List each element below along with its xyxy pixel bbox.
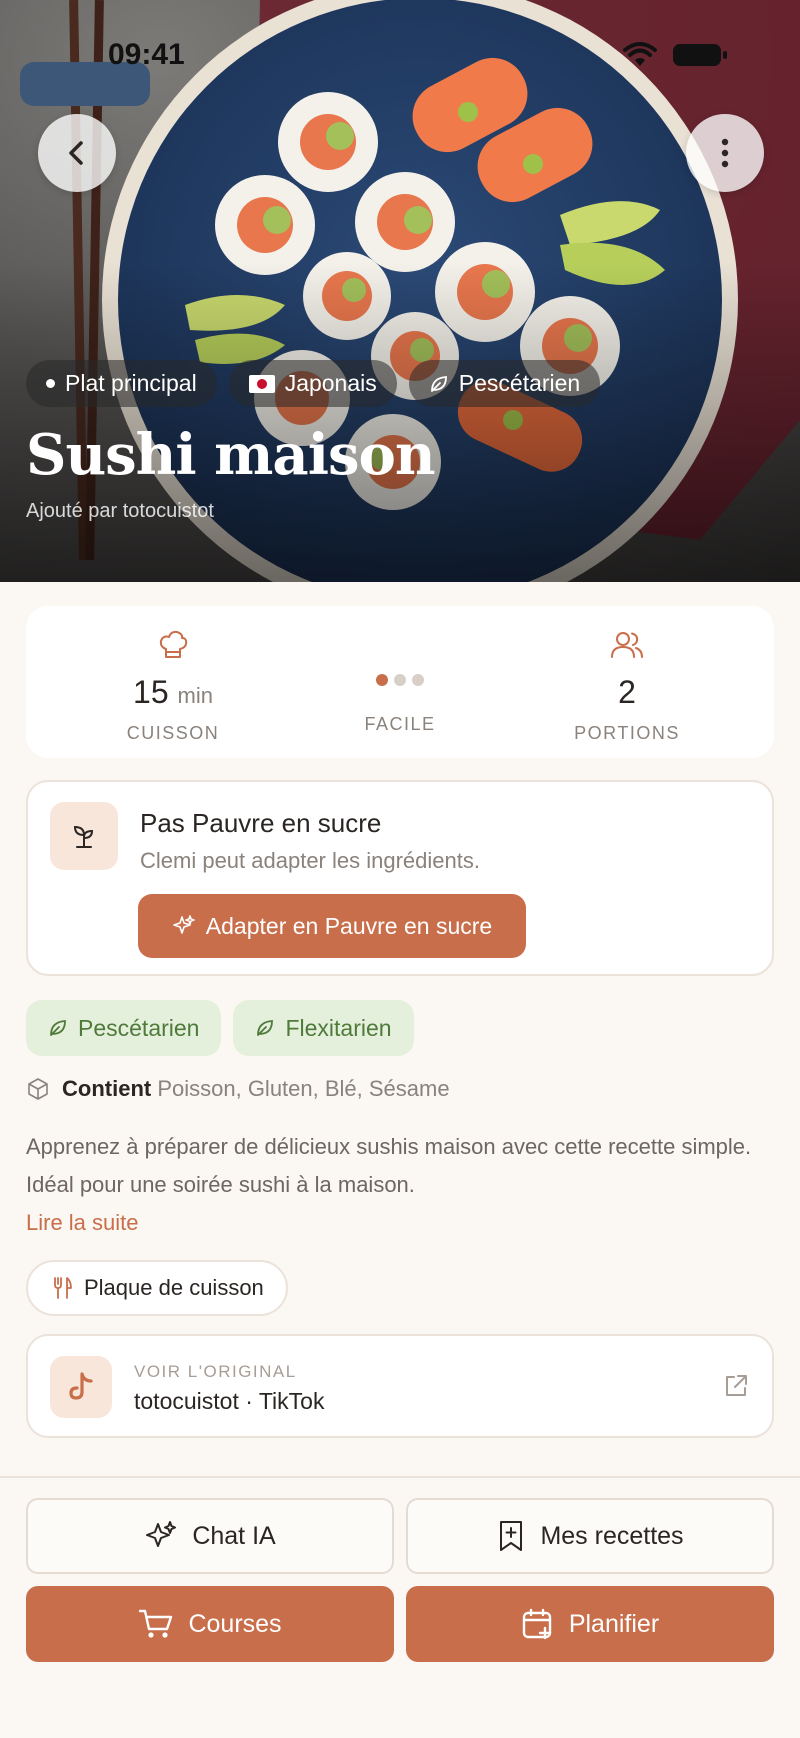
stat-cooking-time: 15 min CUISSON — [78, 626, 268, 758]
more-options-button[interactable] — [686, 114, 764, 192]
difficulty-indicator — [376, 674, 424, 686]
dot-icon — [46, 379, 55, 388]
action-divider — [0, 1476, 800, 1478]
servings-label: PORTIONS — [574, 723, 680, 743]
tag-course: Plat principal — [26, 360, 217, 407]
difficulty-dot — [394, 674, 406, 686]
recipe-author: Ajouté par totocuistot — [26, 500, 214, 522]
difficulty-dot — [412, 674, 424, 686]
diet-chip-flexitarian[interactable]: Flexitarien — [233, 1000, 414, 1056]
difficulty-dot — [376, 674, 388, 686]
source-kicker: VOIR L'ORIGINAL — [134, 1362, 297, 1381]
cooking-time-label: CUISSON — [126, 723, 220, 743]
source-value: totocuistot · TikTok — [134, 1388, 325, 1414]
japan-flag-icon — [248, 374, 275, 393]
stat-difficulty: FACILE — [305, 626, 495, 758]
status-icons — [622, 42, 728, 68]
tiktok-icon-box — [50, 1356, 112, 1418]
source-card[interactable]: VOIR L'ORIGINAL totocuistot · TikTok — [26, 1334, 774, 1438]
recipe-description: Apprenez à préparer de délicieux sushis … — [26, 1134, 752, 1197]
tag-diet: Pescétarien — [408, 360, 601, 407]
wifi-icon — [623, 42, 657, 66]
adapt-title: Pas Pauvre en sucre — [140, 808, 382, 838]
recipe-title: Sushi maison — [26, 422, 436, 488]
plan-button[interactable]: Planifier — [406, 1586, 774, 1662]
equipment-chip[interactable]: Plaque de cuisson — [26, 1260, 288, 1316]
sparkles-icon — [146, 1521, 177, 1547]
diet-chip-pescetarian[interactable]: Pescétarien — [26, 1000, 222, 1056]
allergens-label: Contient — [62, 1076, 152, 1101]
my-recipes-button[interactable]: Mes recettes — [406, 1498, 774, 1574]
cooking-time-value: 15 — [133, 674, 169, 710]
external-link-icon — [726, 1375, 747, 1396]
battery-icon — [673, 44, 727, 66]
chef-hat-icon — [159, 630, 188, 658]
tag-cuisine: Japonais — [228, 360, 397, 407]
servings-value: 2 — [618, 674, 636, 710]
calendar-plus-icon — [522, 1608, 552, 1640]
utensils-icon — [54, 1277, 72, 1299]
cart-icon — [139, 1609, 173, 1638]
leaf-icon — [50, 1020, 66, 1036]
groceries-button[interactable]: Courses — [26, 1586, 394, 1662]
adapt-button[interactable]: Adapter en Pauvre en sucre — [138, 894, 526, 958]
bookmark-plus-icon — [500, 1521, 523, 1551]
back-button[interactable] — [38, 114, 116, 192]
diet-chips: Pescétarien Flexitarien — [26, 1000, 414, 1056]
difficulty-label: FACILE — [364, 714, 436, 734]
hero-image: 09:41 Plat principal Japonais Pescétarie… — [0, 0, 800, 582]
package-icon — [28, 1078, 48, 1100]
tiktok-icon — [69, 1372, 93, 1400]
status-time: 09:41 — [108, 38, 185, 71]
sprout-icon — [73, 825, 94, 848]
stat-servings: 2 PORTIONS — [532, 626, 722, 758]
leaf-icon — [430, 375, 447, 392]
chat-ai-button[interactable]: Chat IA — [26, 1498, 394, 1574]
more-vertical-icon — [721, 138, 729, 168]
allergens: Contient Poisson, Gluten, Blé, Sésame — [26, 1076, 450, 1102]
users-icon — [611, 632, 643, 658]
diet-adapt-card: Pas Pauvre en sucre Clemi peut adapter l… — [26, 780, 774, 976]
adapt-subtitle: Clemi peut adapter les ingrédients. — [140, 848, 480, 873]
sparkles-icon — [172, 915, 195, 934]
cooking-time-unit: min — [177, 683, 213, 708]
recipe-stats-card: 15 min CUISSON FACILE 2 PORTIONS — [26, 606, 774, 758]
read-more-link[interactable]: Lire la suite — [26, 1210, 139, 1236]
sprout-icon-box — [50, 802, 118, 870]
leaf-icon — [257, 1020, 274, 1036]
hero-tags: Plat principal Japonais Pescétarien — [26, 360, 601, 407]
allergens-value: Poisson, Gluten, Blé, Sésame — [157, 1076, 450, 1101]
chevron-left-icon — [69, 141, 83, 165]
